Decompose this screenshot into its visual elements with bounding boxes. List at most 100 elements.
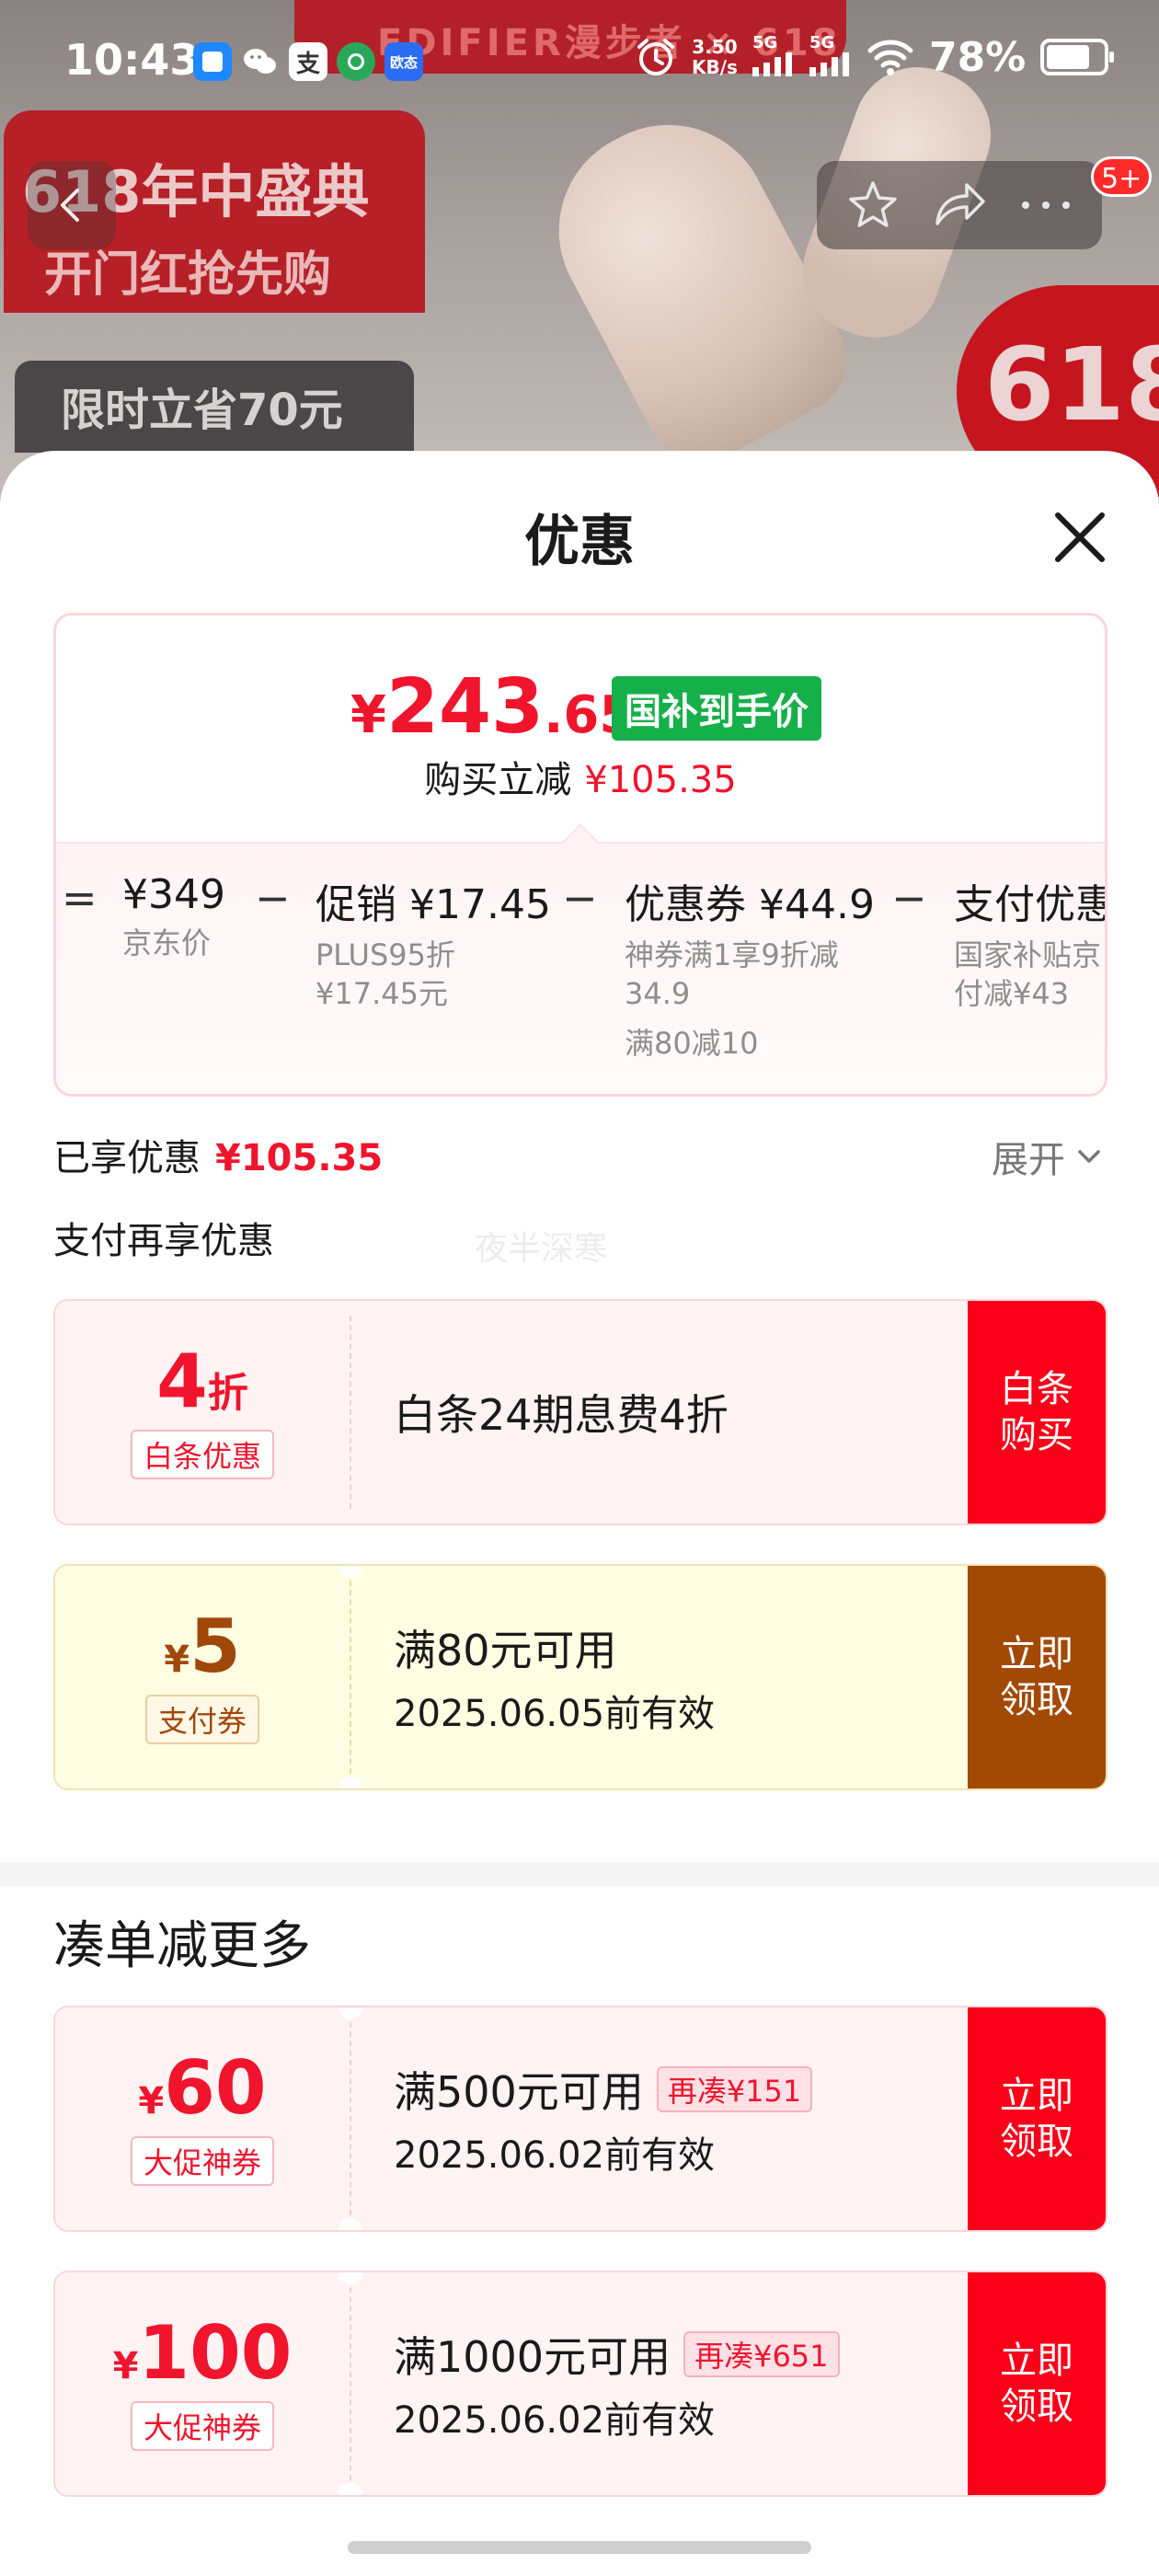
payment-coupon: ¥5 支付券 满80元可用 2025.06.05前有效 立即领取 [53,1564,1107,1790]
coupon-value-number: 100 [138,2310,293,2396]
battery-percent: 78% [928,33,1027,81]
app-notification-icon [193,42,232,81]
coupon-tag: 支付券 [144,1695,259,1744]
coupon-tag: 大促神券 [130,2136,274,2186]
coupon-value: ¥5 [164,1610,241,1684]
breakdown-sub-line: 34.9 [625,976,691,1011]
close-button[interactable] [1043,500,1117,574]
breakdown-sub: 神券满1享9折减 34.9 满80减10 [625,936,875,1063]
promo-coupon-100: ¥100 大促神券 满1000元可用 再凑¥651 2025.06.02前有效 立… [53,2271,1107,2497]
coupon-validity: 2025.06.02前有效 [394,2399,716,2442]
coupon-value: ¥60 [138,2052,266,2125]
wechat-icon [241,42,280,81]
chevron-left-icon [61,189,79,222]
share-icon [935,183,985,225]
coupon-value-number: 5 [189,1604,241,1689]
discount-sheet: 优惠 ¥243.65 国补到手价 购买立减 ¥105.35 = ¥349 京东价 … [0,451,1159,2576]
minus-sign: − [562,873,598,923]
subsidy-price-tag: 国补到手价 [612,676,821,741]
network-speed: 3.50 KB/s [692,37,738,77]
alarm-icon [637,39,674,75]
network-speed-unit: KB/s [692,56,738,78]
coupon-validity: 2025.06.02前有效 [394,2134,716,2177]
signal-bars-icon [809,52,849,76]
bank-app-icon [337,42,375,81]
coupon-condition: 满1000元可用 再凑¥651 [394,2324,840,2385]
breakdown-sub-line: 神券满1享9折减 [625,937,839,972]
battery-icon [1040,39,1115,75]
chevron-down-icon [1078,1150,1100,1163]
back-button[interactable] [28,161,116,249]
coupon-gap-badge: 再凑¥151 [656,2066,813,2112]
coupon-value-unit: 折 [207,1370,248,1417]
wifi-icon [867,40,913,75]
claim-payment-coupon-button[interactable]: 立即领取 [968,1566,1106,1788]
breakdown-sub-line: 付减¥43 [954,976,1070,1011]
final-price-integer: 243 [385,663,545,751]
coupon-divider [350,1316,351,1509]
coupon-divider [350,2022,351,2215]
coupon-value-number: 4 [156,1339,208,1424]
coupon-info: 满80元可用 2025.06.05前有效 [394,1566,715,1788]
baitiao-buy-button[interactable]: 白条购买 [968,1301,1106,1524]
coupon-value-block: ¥60 大促神券 [55,2007,350,2230]
more-discounts-heading: 凑单减更多 [53,1916,311,1976]
claim-coupon-100-button[interactable]: 立即领取 [968,2272,1106,2495]
network-speed-value: 3.50 [692,36,738,58]
breakdown-head: 优惠券 ¥44.9 [625,881,875,928]
equals-sign: = [62,873,98,923]
baitiao-coupon: 4折 白条优惠 白条24期息费4折 白条购买 [53,1299,1107,1525]
more-button[interactable] [1009,168,1083,242]
section-separator [0,1862,1159,1886]
breakdown-payment: 支付优惠 国家补贴京付减¥43 [954,871,1107,1013]
enjoyed-discount: 已享优惠 ¥105.35 [53,1128,383,1181]
breakdown-head: 支付优惠 [954,881,1107,928]
coupon-value-number: 60 [164,2045,267,2131]
price-summary-card: ¥243.65 国补到手价 购买立减 ¥105.35 = ¥349 京东价 − 促… [53,613,1107,1097]
breakdown-promotion: 促销 ¥17.45 PLUS95折 ¥17.45元 [316,871,551,1013]
coupon-value-block: ¥5 支付券 [55,1566,350,1788]
sheet-title: 优惠 [524,510,635,574]
enjoyed-amount: ¥105.35 [215,1137,384,1179]
reduction-label: 购买立减 [424,759,572,801]
signal-2: 5G [809,33,852,81]
breakdown-sub: 国家补贴京付减¥43 [954,936,1105,1013]
final-price-section: ¥243.65 国补到手价 购买立减 ¥105.35 [56,615,1105,842]
coupon-divider [350,1581,351,1774]
battery-fill [1047,45,1090,69]
coupon-divider [350,2287,351,2480]
coupon-currency: ¥ [138,2080,165,2122]
badge-618-text: 618 [984,326,1159,443]
coupon-condition-text: 满500元可用 [394,2067,644,2117]
alipay-icon: 支 [289,42,327,81]
coupon-value-block: ¥100 大促神券 [55,2272,350,2495]
signal-1: 5G [752,33,795,81]
coupon-info: 白条24期息费4折 [394,1301,729,1524]
favorite-button[interactable] [836,168,910,242]
expand-toggle[interactable]: 展开 [992,1130,1102,1183]
signal-1-label: 5G [752,33,778,52]
promo-save-text: 限时立省70元 [61,385,343,436]
breakdown-jd-price: ¥349 京东价 [122,871,225,962]
close-icon [1055,512,1105,562]
coupon-validity: 2025.06.05前有效 [394,1693,716,1735]
breakdown-head: 促销 ¥17.45 [316,881,551,928]
coupon-condition-text: 满1000元可用 [394,2332,671,2382]
share-button[interactable] [923,168,996,242]
coupon-condition: 满500元可用 再凑¥151 [394,2059,813,2120]
breakdown-sub: 京东价 [122,926,212,960]
home-indicator[interactable] [348,2541,811,2554]
more-dots-icon [1022,201,1070,209]
final-price: ¥243.65 [350,663,635,751]
breakdown-sub: PLUS95折 ¥17.45元 [316,936,551,1013]
reduction-amount: ¥105.35 [584,759,737,801]
price-breakdown[interactable]: = ¥349 京东价 − 促销 ¥17.45 PLUS95折 ¥17.45元 − … [56,842,1107,1094]
breakdown-sub-line: PLUS95折 [316,937,455,972]
claim-coupon-60-button[interactable]: 立即领取 [968,2007,1106,2230]
message-count-badge: 5+ [1091,156,1153,197]
breakdown-head: ¥349 [122,871,225,918]
coupon-condition: 满80元可用 [394,1626,617,1675]
minus-sign: − [255,873,291,923]
breakdown-sub-line: 国家补贴京 [954,937,1102,972]
coupon-tag: 大促神券 [130,2401,274,2451]
